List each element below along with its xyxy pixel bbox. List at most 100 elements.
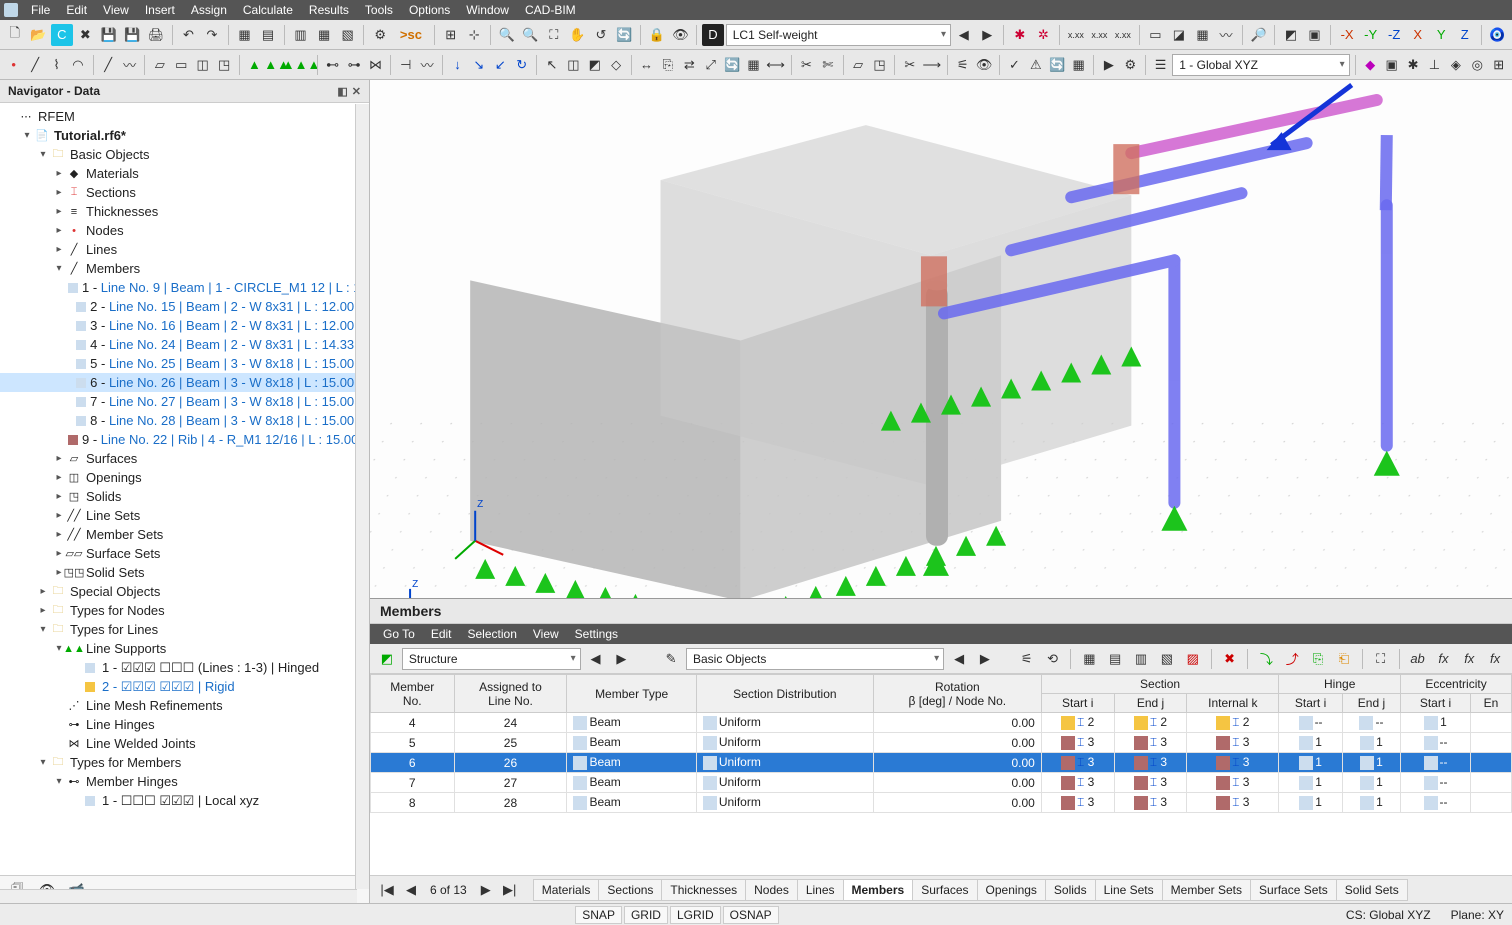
- tree-materials[interactable]: ▸◆Materials: [0, 164, 369, 183]
- paste-row-icon[interactable]: ⎗: [1333, 648, 1355, 670]
- fx3-icon[interactable]: fx: [1484, 648, 1506, 670]
- create-surface-icon[interactable]: ▱: [848, 54, 867, 76]
- hinge-icon[interactable]: ⊷: [323, 54, 342, 76]
- copy-row-icon[interactable]: ⎘: [1307, 648, 1329, 670]
- lgrid-toggle[interactable]: LGRID: [670, 906, 721, 924]
- view-type-icon[interactable]: 👁: [670, 24, 692, 46]
- tree-surfaces[interactable]: ▸▱Surfaces: [0, 449, 369, 468]
- grid-icon[interactable]: ⊞: [440, 24, 462, 46]
- footer-tab-member-sets[interactable]: Member Sets: [1162, 879, 1251, 901]
- tree-file[interactable]: ▾📄Tutorial.rf6*: [0, 126, 369, 145]
- tree-member-7[interactable]: 7 - Line No. 27 | Beam | 3 - W 8x18 | L …: [0, 392, 369, 411]
- rigid-link-icon[interactable]: ⊣: [396, 54, 415, 76]
- coord-system-dropdown[interactable]: 1 - Global XYZ: [1172, 54, 1349, 76]
- pin-icon[interactable]: ◧: [337, 85, 347, 98]
- polyline-icon[interactable]: ⌇: [47, 54, 66, 76]
- snap-perp-icon[interactable]: ⊥: [1425, 54, 1444, 76]
- tree-openings[interactable]: ▸◫Openings: [0, 468, 369, 487]
- footer-tab-solid-sets[interactable]: Solid Sets: [1336, 879, 1408, 901]
- tree-mh-1[interactable]: 1 - ☐☐☐ ☑☑☑ | Local xyz: [0, 791, 369, 810]
- loads-icon[interactable]: ▤: [257, 24, 279, 46]
- split-icon[interactable]: ✄: [818, 54, 837, 76]
- table-menu-view[interactable]: View: [526, 625, 566, 643]
- print-icon[interactable]: 🖨: [145, 24, 167, 46]
- view-lock-icon[interactable]: 🔒: [646, 24, 668, 46]
- select-cross-icon[interactable]: ◩: [585, 54, 604, 76]
- menu-calculate[interactable]: Calculate: [236, 1, 300, 19]
- menu-tools[interactable]: Tools: [358, 1, 400, 19]
- footer-tab-nodes[interactable]: Nodes: [745, 879, 798, 901]
- tree-surface-sets[interactable]: ▸▱▱Surface Sets: [0, 544, 369, 563]
- load-nz-icon[interactable]: ↙: [491, 54, 510, 76]
- filter-table-icon[interactable]: ⚟: [1016, 648, 1038, 670]
- surface-results-icon[interactable]: ▭: [1145, 24, 1167, 46]
- save-icon[interactable]: 💾: [98, 24, 120, 46]
- dimension-x-icon[interactable]: x.xx: [1065, 24, 1087, 46]
- open-icon[interactable]: 📂: [28, 24, 50, 46]
- h-scrollbar[interactable]: [0, 889, 357, 903]
- last-page-icon[interactable]: ▶|: [499, 879, 521, 901]
- v-scrollbar[interactable]: [355, 104, 369, 889]
- redo-icon[interactable]: ↷: [201, 24, 223, 46]
- snap-grid-icon[interactable]: ⊞: [1489, 54, 1508, 76]
- calc-all-icon[interactable]: ▶: [1099, 54, 1118, 76]
- close-icon[interactable]: ✖: [75, 24, 97, 46]
- snap-end-icon[interactable]: ◈: [1446, 54, 1465, 76]
- view-py-icon[interactable]: Y: [1430, 24, 1452, 46]
- tree-sections[interactable]: ▸⌶Sections: [0, 183, 369, 202]
- dimension-z-icon[interactable]: x.xx: [1112, 24, 1134, 46]
- tree-special[interactable]: ▸🗀Special Objects: [0, 582, 369, 601]
- tree-ls-1[interactable]: 1 - ☑☑☑ ☐☐☐ (Lines : 1-3) | Hinged: [0, 658, 369, 677]
- isometric-icon[interactable]: ◩: [1280, 24, 1302, 46]
- visibility-icon[interactable]: 👁: [974, 54, 993, 76]
- snap-center-icon[interactable]: ◎: [1468, 54, 1487, 76]
- prev-page-icon[interactable]: ◀: [400, 879, 422, 901]
- node-icon[interactable]: •: [4, 54, 23, 76]
- extend-line-icon[interactable]: ⟶: [921, 54, 942, 76]
- basic-objects-dropdown[interactable]: Basic Objects: [686, 648, 944, 670]
- mesh-icon[interactable]: ▦: [1192, 24, 1214, 46]
- dimension-y-icon[interactable]: x.xx: [1089, 24, 1111, 46]
- table-icon[interactable]: ▥: [290, 24, 312, 46]
- nodal-support-icon[interactable]: ▲: [245, 54, 264, 76]
- menu-file[interactable]: File: [24, 1, 57, 19]
- tree-member-6[interactable]: 6 - Line No. 26 | Beam | 3 - W 8x18 | L …: [0, 373, 369, 392]
- view-px-icon[interactable]: X: [1407, 24, 1429, 46]
- array-icon[interactable]: ▦: [744, 54, 763, 76]
- snap-int-icon[interactable]: ✱: [1403, 54, 1422, 76]
- tree-root[interactable]: ⋯RFEM: [0, 107, 369, 126]
- zoom-extents-icon[interactable]: ⛶: [543, 24, 565, 46]
- view-x-icon[interactable]: -X: [1336, 24, 1358, 46]
- grid-toggle[interactable]: GRID: [624, 906, 668, 924]
- rotate3d-icon[interactable]: 🔄: [722, 54, 741, 76]
- 3d-viewport[interactable]: Z X Y Z: [370, 80, 1512, 598]
- select-poly-icon[interactable]: ◇: [606, 54, 625, 76]
- table-menu-edit[interactable]: Edit: [424, 625, 459, 643]
- structure-dropdown[interactable]: Structure: [402, 648, 581, 670]
- release-icon[interactable]: ⊶: [344, 54, 363, 76]
- table-row[interactable]: 727BeamUniform0.00⌶ 3⌶ 3⌶ 311--: [371, 773, 1512, 793]
- display-settings-icon[interactable]: ☰: [1151, 54, 1170, 76]
- tree-types-nodes[interactable]: ▸🗀Types for Nodes: [0, 601, 369, 620]
- sync-selection-icon[interactable]: ⟲: [1042, 648, 1064, 670]
- mirror-icon[interactable]: ⇄: [680, 54, 699, 76]
- tree-line-hinges[interactable]: ⊶Line Hinges: [0, 715, 369, 734]
- footer-tab-thicknesses[interactable]: Thicknesses: [661, 879, 746, 901]
- table-prev-icon[interactable]: ◀: [585, 648, 607, 670]
- model-data-icon[interactable]: ▦: [234, 24, 256, 46]
- next-loadcase-icon[interactable]: ▶: [977, 24, 999, 46]
- zoom-window-icon[interactable]: 🔍: [520, 24, 542, 46]
- connection-icon[interactable]: ⋈: [366, 54, 385, 76]
- solid-icon[interactable]: ◳: [214, 54, 233, 76]
- navigator-tree[interactable]: ⋯RFEM▾📄Tutorial.rf6*▾🗀Basic Objects▸◆Mat…: [0, 103, 369, 875]
- delete-row-icon[interactable]: ✖: [1219, 648, 1241, 670]
- export-icon[interactable]: ⤴: [1281, 648, 1303, 670]
- loadcase-dropdown[interactable]: LC1 Self-weight: [726, 24, 951, 46]
- scale-icon[interactable]: ⤢: [701, 54, 720, 76]
- rotate-icon[interactable]: 🔄: [614, 24, 636, 46]
- undo-icon[interactable]: ↶: [178, 24, 200, 46]
- spring-icon[interactable]: 〰: [417, 54, 436, 76]
- prev-loadcase-icon[interactable]: ◀: [953, 24, 975, 46]
- sections-icon[interactable]: ▧: [337, 24, 359, 46]
- cloud-icon[interactable]: C: [51, 24, 73, 46]
